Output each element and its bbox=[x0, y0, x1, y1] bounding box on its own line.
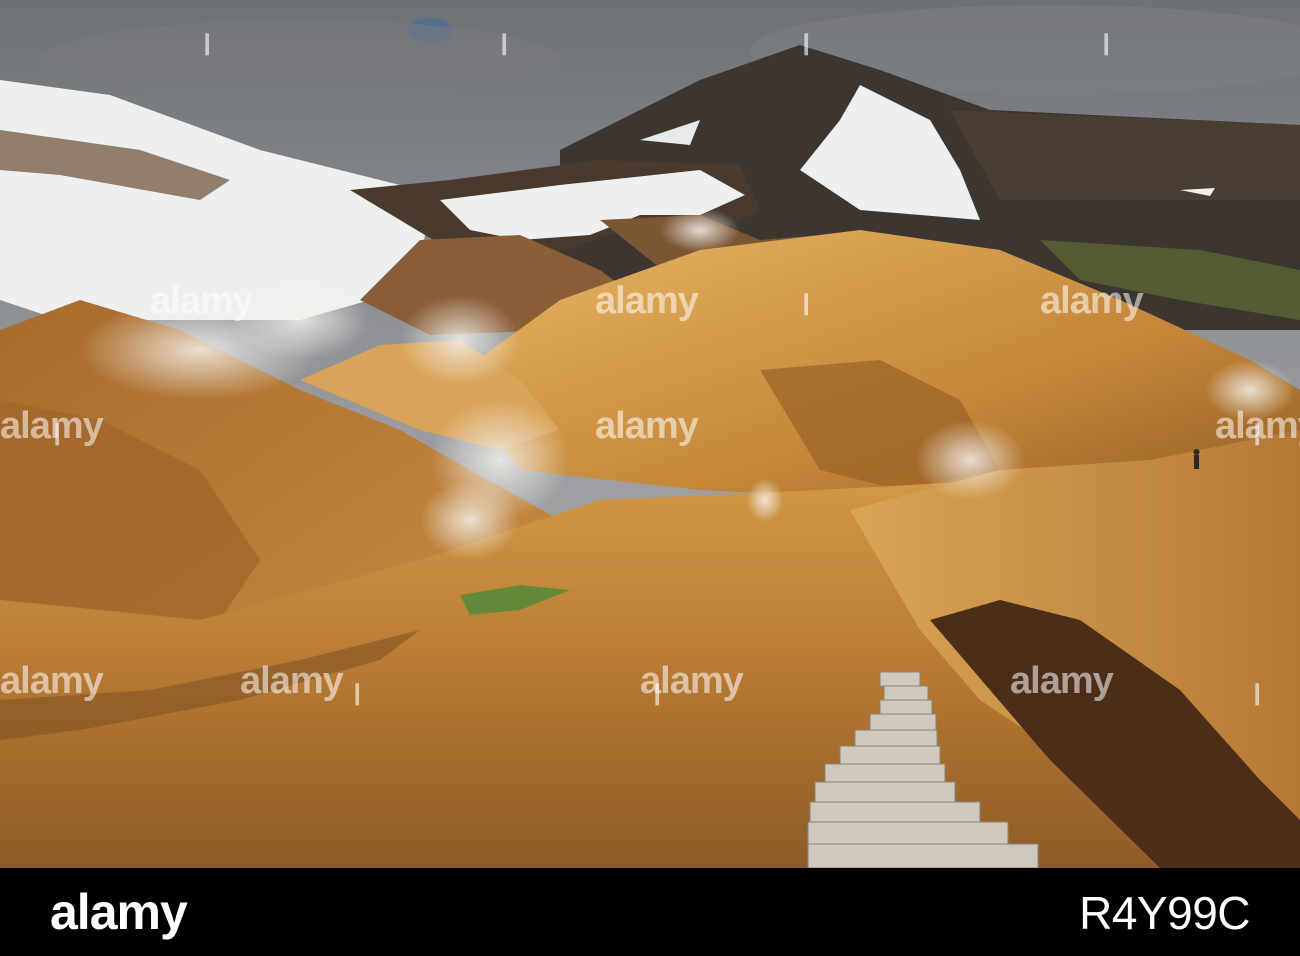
stock-footer: alamy R4Y99C bbox=[0, 868, 1300, 956]
image-id-label: R4Y99C bbox=[1079, 887, 1250, 939]
watermark-mark-icon: ❙ bbox=[797, 30, 816, 55]
watermark-mark-icon: ❙ bbox=[648, 680, 667, 705]
watermark-mark-icon: ❙ bbox=[348, 680, 367, 705]
watermark-text: alamy bbox=[0, 660, 104, 702]
watermark-text: alamy bbox=[595, 280, 699, 322]
watermark-text: alamy bbox=[150, 280, 254, 322]
watermark-mark-icon: ❙ bbox=[1248, 680, 1267, 705]
watermark-mark-icon: ❙ bbox=[797, 290, 816, 315]
watermark-mark-icon: ❙ bbox=[495, 30, 514, 55]
watermark-mark-icon: ❙ bbox=[198, 30, 217, 55]
watermark-text: alamy bbox=[240, 660, 344, 702]
watermark-text: alamy bbox=[1040, 280, 1144, 322]
stock-photo: alamyalamyalamyalamyalamyalamyalamyalamy… bbox=[0, 0, 1300, 956]
watermark-text: alamy bbox=[595, 405, 699, 447]
watermark-text: alamy bbox=[1010, 660, 1114, 702]
watermark-mark-icon: ❙ bbox=[1248, 420, 1267, 445]
watermark-mark-icon: ❙ bbox=[48, 420, 67, 445]
watermark-mark-icon: ❙ bbox=[1097, 30, 1116, 55]
brand-logo: alamy bbox=[50, 884, 188, 940]
